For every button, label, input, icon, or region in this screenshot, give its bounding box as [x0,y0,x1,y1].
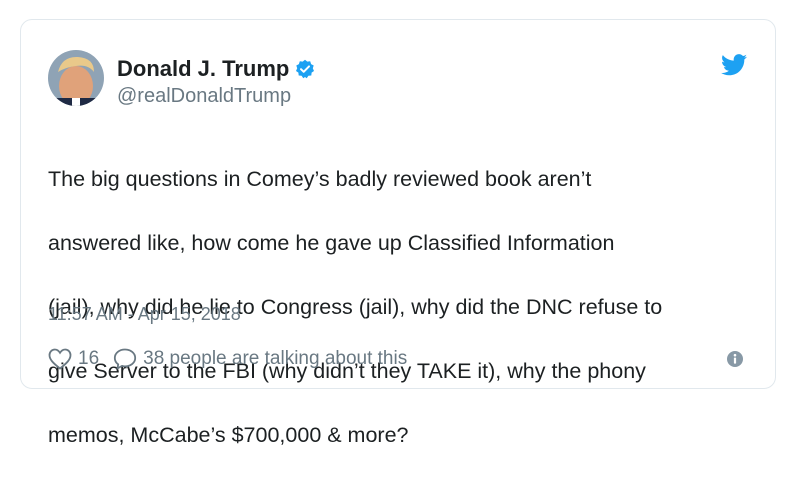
action-bar: 16 38 people are talking about this [48,346,748,372]
tweet-line: memos, McCabe’s $700,000 & more? [48,423,409,447]
speech-bubble-icon [114,348,137,370]
avatar-image [48,50,104,106]
tweet-card: Donald J. Trump @realDonaldTrump The big… [20,19,776,447]
verified-badge-icon [295,59,315,79]
author-handle[interactable]: @realDonaldTrump [117,84,315,108]
like-button[interactable]: 16 [48,348,99,370]
tweet-timestamp[interactable]: 11:57 AM - Apr 15, 2018 [48,303,241,325]
author-name[interactable]: Donald J. Trump [117,56,289,82]
heart-icon [48,348,72,370]
like-count: 16 [78,348,100,369]
tweet-line: The big questions in Comey’s badly revie… [48,167,592,191]
avatar[interactable] [48,50,104,106]
conversation-text: 38 people are talking about this [143,348,408,369]
conversation-link[interactable]: 38 people are talking about this [113,348,407,370]
author-block: Donald J. Trump @realDonaldTrump [117,56,315,108]
tweet-line: answered like, how come he gave up Class… [48,231,615,255]
info-icon[interactable] [726,350,744,368]
twitter-bird-icon[interactable] [721,54,747,76]
